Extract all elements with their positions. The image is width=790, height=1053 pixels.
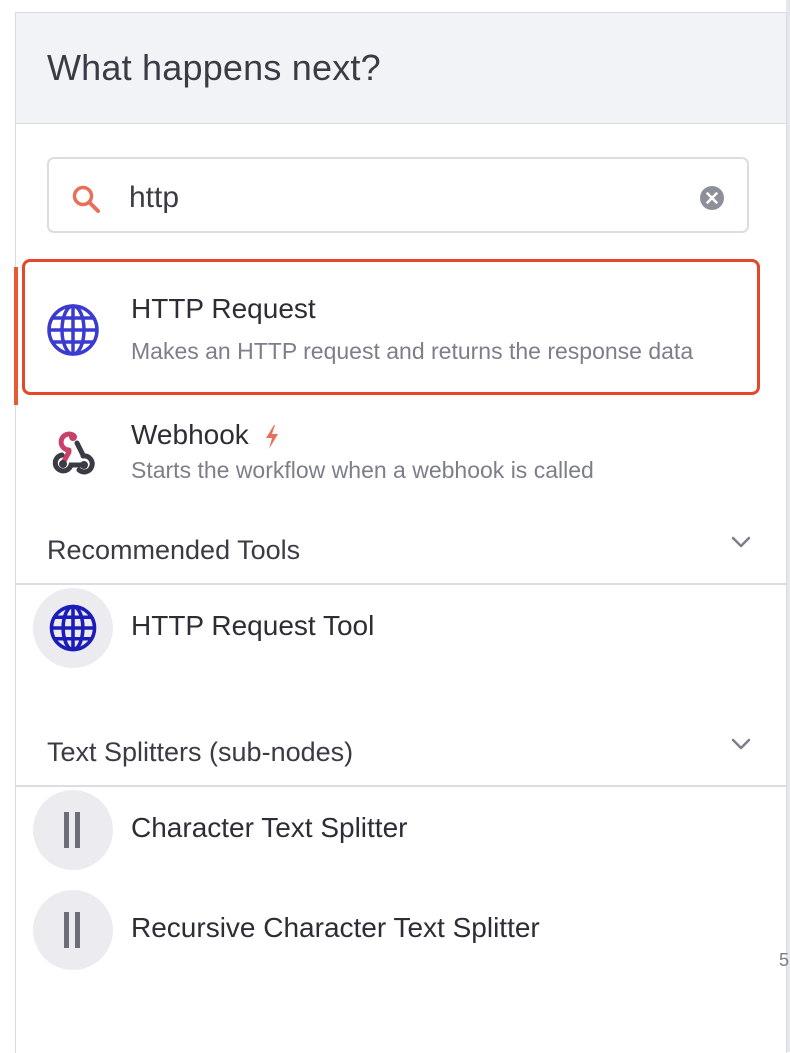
tool-recursive-character-text-splitter[interactable]: Recursive Character Text Splitter: [16, 885, 786, 975]
section-text-splitters[interactable]: Text Splitters (sub-nodes): [16, 725, 786, 787]
section-label: Text Splitters (sub-nodes): [47, 737, 354, 767]
result-description: Starts the workflow when a webhook is ca…: [131, 457, 594, 483]
search-icon: [72, 185, 100, 213]
search-box[interactable]: [47, 157, 749, 233]
result-title: Webhook: [131, 419, 281, 451]
globe-icon: [47, 304, 99, 356]
bolt-icon: [265, 424, 278, 449]
result-title: HTTP Request: [131, 293, 316, 324]
webhook-icon: [52, 431, 95, 475]
result-http-request[interactable]: HTTP Request Makes an HTTP request and r…: [16, 259, 786, 397]
tool-name: HTTP Request Tool: [131, 610, 375, 641]
tool-name: Character Text Splitter: [131, 812, 408, 843]
splitter-icon: [64, 912, 80, 948]
splitter-icon: [64, 812, 80, 848]
section-label: Recommended Tools: [47, 535, 301, 565]
edge-text: 5: [779, 950, 790, 970]
result-description: Makes an HTTP request and returns the re…: [131, 338, 694, 364]
result-title-text: Webhook: [131, 419, 249, 450]
tool-icon-circle: [33, 790, 113, 870]
clear-icon[interactable]: [699, 185, 725, 211]
panel-header: What happens next?: [16, 13, 786, 124]
section-recommended-tools[interactable]: Recommended Tools: [16, 523, 786, 585]
node-creator-panel: What happens next? HTTP Request Makes an: [14, 12, 787, 1053]
chevron-down-icon[interactable]: [728, 731, 754, 757]
tool-name: Recursive Character Text Splitter: [131, 912, 540, 943]
tool-character-text-splitter[interactable]: Character Text Splitter: [16, 785, 786, 875]
search-input[interactable]: [127, 177, 691, 219]
panel-title: What happens next?: [47, 47, 381, 88]
result-webhook[interactable]: Webhook Starts the workflow when a webho…: [16, 403, 786, 503]
tool-http-request-tool[interactable]: HTTP Request Tool: [16, 583, 786, 673]
tool-icon-circle: [33, 890, 113, 970]
chevron-down-icon[interactable]: [728, 529, 754, 555]
selected-outline: [22, 259, 760, 395]
globe-icon: [49, 604, 97, 652]
tool-icon-circle: [33, 588, 113, 668]
